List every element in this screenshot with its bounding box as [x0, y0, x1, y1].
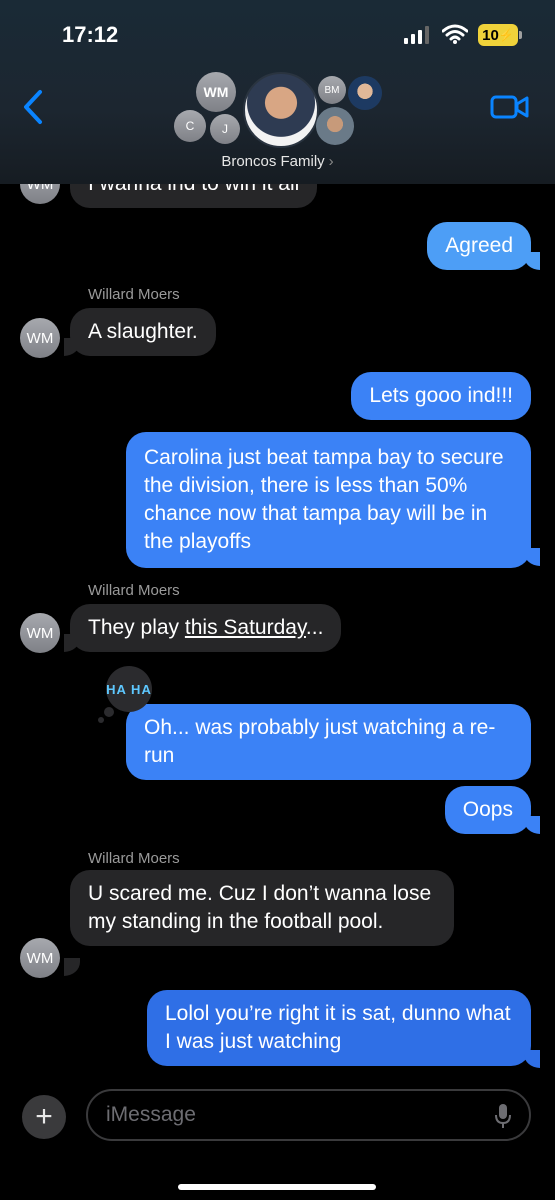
- message-bubble-incoming[interactable]: U scared me. Cuz I don’t wanna lose my s…: [70, 870, 454, 946]
- message-bubble-outgoing[interactable]: Oh... was probably just watching a re-ru…: [126, 704, 531, 780]
- bubble-tail: [64, 958, 80, 976]
- home-indicator[interactable]: [178, 1184, 376, 1190]
- sender-name: Willard Moers: [88, 582, 180, 599]
- message-bubble-incoming[interactable]: A slaughter.: [70, 308, 216, 356]
- avatar[interactable]: WM: [196, 72, 236, 112]
- back-chevron-icon[interactable]: [20, 88, 46, 126]
- avatar[interactable]: WM: [20, 184, 60, 204]
- message-text: They play: [88, 616, 185, 639]
- avatar[interactable]: [348, 76, 382, 110]
- input-placeholder: iMessage: [106, 1103, 196, 1126]
- date-link[interactable]: this Saturday: [185, 616, 306, 639]
- bubble-tail: [64, 338, 80, 356]
- message-bubble-outgoing[interactable]: Carolina just beat tampa bay to secure t…: [126, 432, 531, 568]
- haha-reaction-icon[interactable]: HA HA: [106, 666, 152, 712]
- status-time: 17:12: [62, 22, 119, 47]
- reaction-label: HA HA: [106, 681, 152, 697]
- bubble-tail: [64, 634, 80, 652]
- group-name-label: Broncos Family: [221, 153, 325, 170]
- battery-level: 10: [482, 26, 499, 44]
- avatar[interactable]: [316, 107, 354, 145]
- message-bubble-incoming[interactable]: I wanna ind to win it all: [70, 184, 318, 208]
- signal-icon: [404, 26, 429, 44]
- message-bubble-outgoing[interactable]: Lets gooo ind!!!: [351, 372, 531, 420]
- reaction-dot: [98, 717, 104, 723]
- bubble-tail: [524, 1050, 540, 1068]
- plus-button[interactable]: +: [22, 1095, 66, 1139]
- battery-indicator: 10 ⚡: [478, 24, 518, 46]
- clipped-message-area: WM I wanna ind to win it all: [0, 184, 555, 214]
- bubble-tail: [524, 252, 540, 270]
- message-bubble-outgoing[interactable]: Oops: [444, 786, 531, 834]
- wifi-icon: [442, 24, 468, 44]
- reaction-dot: [104, 707, 114, 717]
- message-input[interactable]: iMessage: [86, 1089, 531, 1141]
- battery-nub: [519, 31, 522, 39]
- avatar[interactable]: J: [210, 114, 240, 144]
- message-bubble-incoming[interactable]: They play this Saturday...: [70, 604, 342, 652]
- bubble-tail: [524, 548, 540, 566]
- avatar[interactable]: WM: [20, 613, 60, 653]
- message-text: ...: [305, 616, 324, 639]
- group-name[interactable]: Broncos Family ›: [0, 153, 555, 170]
- chevron-right-icon: ›: [328, 153, 334, 170]
- sender-name: Willard Moers: [88, 286, 180, 303]
- bubble-tail: [524, 816, 540, 834]
- avatar[interactable]: [243, 72, 319, 148]
- avatar[interactable]: C: [174, 110, 206, 142]
- message-bubble-outgoing[interactable]: Lolol you’re right it is sat, dunno what…: [147, 990, 531, 1066]
- message-bubble-outgoing[interactable]: Agreed: [427, 222, 531, 270]
- microphone-icon[interactable]: [495, 1103, 511, 1129]
- status-bar: 17:12 10 ⚡: [0, 0, 555, 60]
- avatar[interactable]: WM: [20, 318, 60, 358]
- avatar[interactable]: WM: [20, 938, 60, 978]
- video-call-icon[interactable]: [490, 92, 530, 122]
- plus-icon: +: [35, 1100, 53, 1133]
- sender-name: Willard Moers: [88, 850, 180, 867]
- avatar[interactable]: BM: [318, 76, 346, 104]
